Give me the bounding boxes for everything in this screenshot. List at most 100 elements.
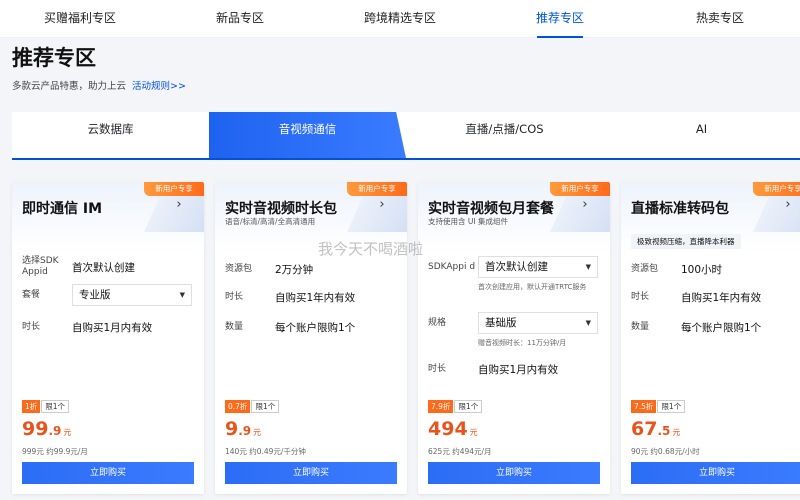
row-quantity: 数量 每个账户限购1个	[631, 320, 761, 335]
discount-tags: 1折 限1个	[22, 400, 70, 413]
chevron-right-icon[interactable]: ›	[170, 196, 188, 214]
new-user-badge: 新用户专享	[144, 182, 204, 196]
card-description: 支持使用含 UI 集成组件	[428, 217, 508, 226]
price: 494 元	[428, 418, 478, 440]
sdkappid-note: 首次创建应用，默认开通TRTC服务	[478, 283, 587, 291]
nav-item-new[interactable]: 新品专区	[160, 0, 320, 37]
row-label: 时长	[225, 292, 244, 302]
price: 9.9 元	[225, 418, 261, 440]
product-card-trtc-duration: 新用户专享 实时音视频时长包 语音/标清/高清/全高清通用 › 资源包 2万分钟…	[215, 182, 407, 494]
nav-item-hot[interactable]: 热卖专区	[640, 0, 800, 37]
row-label: 资源包	[631, 264, 659, 274]
original-price: 625元 约494元/月	[428, 447, 492, 456]
row-spec: 规格 基础版 ▼	[428, 312, 598, 334]
select-value: 专业版	[79, 289, 111, 301]
watermark-text: 我今天不喝酒啦	[318, 240, 424, 258]
row-label: 数量	[631, 322, 650, 332]
product-card-im: 新用户专享 即时通信 IM › 选择SDK Appid 首次默认创建 套餐 专业…	[12, 182, 204, 494]
caret-down-icon: ▼	[585, 263, 591, 271]
row-label: 资源包	[225, 264, 253, 274]
discount-badge: 7.9折	[428, 400, 454, 413]
buy-now-button[interactable]: 立即购买	[22, 462, 194, 484]
card-title: 即时通信 IM	[22, 201, 103, 217]
row-label: 时长	[428, 364, 447, 374]
discount-badge: 0.7折	[225, 400, 251, 413]
subtitle-text: 多款云产品特惠，助力上云	[12, 81, 127, 92]
limit-badge: 限1个	[657, 400, 686, 413]
row-value: 自购买1年内有效	[681, 292, 762, 304]
row-quantity: 数量 每个账户限购1个	[225, 320, 355, 335]
page-title: 推荐专区	[12, 46, 96, 70]
price-integer: 494	[428, 418, 468, 440]
nav-item-gift[interactable]: 买赠福利专区	[0, 0, 160, 37]
card-title: 实时音视频时长包	[225, 201, 337, 217]
price: 99.9 元	[22, 418, 71, 440]
price-area: 1折 限1个 99.9 元 999元 约99.9元/月 立即购买	[12, 386, 204, 494]
row-value: 每个账户限购1个	[681, 322, 762, 334]
plan-select[interactable]: 专业版 ▼	[72, 284, 192, 306]
price-area: 0.7折 限1个 9.9 元 140元 约0.49元/千分钟 立即购买	[215, 386, 407, 494]
buy-now-button[interactable]: 立即购买	[428, 462, 600, 484]
chevron-right-icon[interactable]: ›	[779, 196, 797, 214]
top-navigation: 买赠福利专区 新品专区 跨境精选专区 推荐专区 热卖专区	[0, 0, 800, 38]
price-integer: 99	[22, 418, 49, 440]
row-label: 选择SDK Appid	[22, 256, 59, 277]
price-decimal: .9	[238, 424, 252, 438]
limit-badge: 限1个	[251, 400, 280, 413]
row-label: 套餐	[22, 289, 41, 300]
original-price: 90元 约0.68元/小时	[631, 447, 700, 456]
discount-badge: 1折	[22, 400, 41, 413]
row-duration: 时长 自购买1年内有效	[225, 290, 355, 305]
chevron-right-icon[interactable]: ›	[576, 196, 594, 214]
tab-ai[interactable]: AI	[603, 112, 800, 158]
tab-database[interactable]: 云数据库	[12, 112, 209, 158]
price-area: 7.9折 限1个 494 元 625元 约494元/月 立即购买	[418, 386, 610, 494]
tab-av-communication[interactable]: 音视频通信	[209, 112, 406, 158]
row-value: 100小时	[681, 264, 723, 276]
nav-item-crossborder[interactable]: 跨境精选专区	[320, 0, 480, 37]
row-package: 资源包 100小时	[631, 262, 722, 277]
price-unit: 元	[63, 428, 72, 437]
price-unit: 元	[672, 428, 681, 437]
card-description: 语音/标清/高清/全高清通用	[225, 217, 316, 226]
feature-tag: 极致视频压缩，直播降本利器	[631, 234, 741, 249]
caret-down-icon: ▼	[179, 291, 185, 299]
row-label: 数量	[225, 322, 244, 332]
sdkappid-select[interactable]: 首次默认创建 ▼	[478, 256, 598, 278]
row-label: SDKAppi d	[428, 261, 476, 272]
row-label: 时长	[631, 292, 650, 302]
price-decimal: .5	[657, 424, 671, 438]
tab-live-vod-cos[interactable]: 直播/点播/COS	[406, 112, 603, 158]
buy-now-button[interactable]: 立即购买	[631, 462, 800, 484]
new-user-badge: 新用户专享	[550, 182, 610, 196]
discount-tags: 7.5折 限1个	[631, 400, 686, 413]
card-title: 直播标准转码包	[631, 201, 729, 217]
card-title: 实时音视频包月套餐	[428, 201, 554, 217]
spec-note: 赠音视频时长：11万分钟/月	[478, 339, 567, 347]
select-value: 基础版	[485, 317, 517, 329]
rules-link[interactable]: 活动规则>>	[132, 81, 186, 92]
price-area: 7.5折 限1个 67.5 元 90元 约0.68元/小时 立即购买	[621, 386, 800, 494]
row-label: 时长	[22, 322, 41, 332]
price-unit: 元	[469, 428, 478, 437]
row-value: 每个账户限购1个	[275, 322, 356, 334]
row-plan: 套餐 专业版 ▼	[22, 284, 192, 306]
row-label: 规格	[428, 317, 447, 328]
price-decimal: .9	[48, 424, 62, 438]
price-integer: 67	[631, 418, 658, 440]
buy-now-button[interactable]: 立即购买	[225, 462, 397, 484]
row-duration: 时长 自购买1月内有效	[22, 320, 152, 335]
row-value: 首次默认创建	[72, 261, 135, 274]
row-value: 自购买1月内有效	[478, 364, 559, 376]
discount-tags: 7.9折 限1个	[428, 400, 483, 413]
row-duration: 时长 自购买1年内有效	[631, 290, 761, 305]
chevron-right-icon[interactable]: ›	[373, 196, 391, 214]
price-unit: 元	[253, 428, 262, 437]
page-subtitle: 多款云产品特惠，助力上云 活动规则>>	[12, 78, 186, 92]
spec-select[interactable]: 基础版 ▼	[478, 312, 598, 334]
row-value: 2万分钟	[275, 264, 314, 276]
limit-badge: 限1个	[41, 400, 70, 413]
price-integer: 9	[225, 418, 239, 440]
nav-item-recommend[interactable]: 推荐专区	[480, 0, 640, 38]
row-value: 自购买1月内有效	[72, 322, 153, 334]
